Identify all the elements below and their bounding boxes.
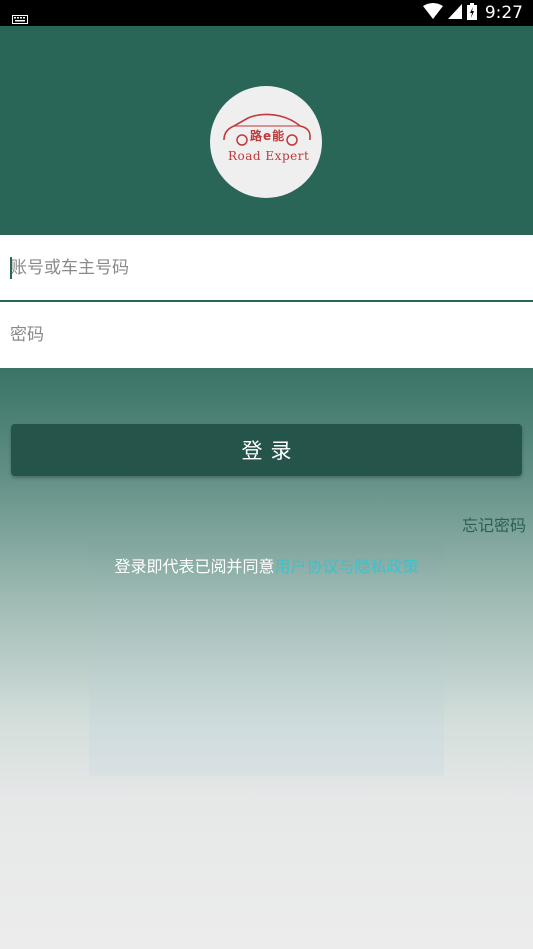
logo-chinese-name: 路e能 <box>250 129 286 143</box>
password-field <box>0 302 533 368</box>
login-button[interactable]: 登录 <box>11 424 522 476</box>
battery-icon <box>466 2 477 24</box>
agreement-text: 登录即代表已阅并同意用户协议与隐私政策 <box>0 553 533 577</box>
logo-english-name: Road Expert <box>228 149 310 163</box>
account-field <box>0 235 533 301</box>
agreement-link[interactable]: 用户协议与隐私政策 <box>275 557 419 576</box>
account-input[interactable] <box>10 235 520 301</box>
signal-icon <box>447 3 462 23</box>
text-caret <box>10 257 12 279</box>
app-logo: 路e能 Road Expert <box>210 86 322 198</box>
status-icons: 9:27 <box>422 0 523 26</box>
status-bar: 9:27 <box>0 0 533 26</box>
agreement-prefix: 登录即代表已阅并同意 <box>114 557 275 576</box>
forgot-password-link[interactable]: 忘记密码 <box>462 512 526 536</box>
password-input[interactable] <box>10 302 520 368</box>
status-time: 9:27 <box>484 3 523 23</box>
wifi-icon <box>422 3 443 23</box>
